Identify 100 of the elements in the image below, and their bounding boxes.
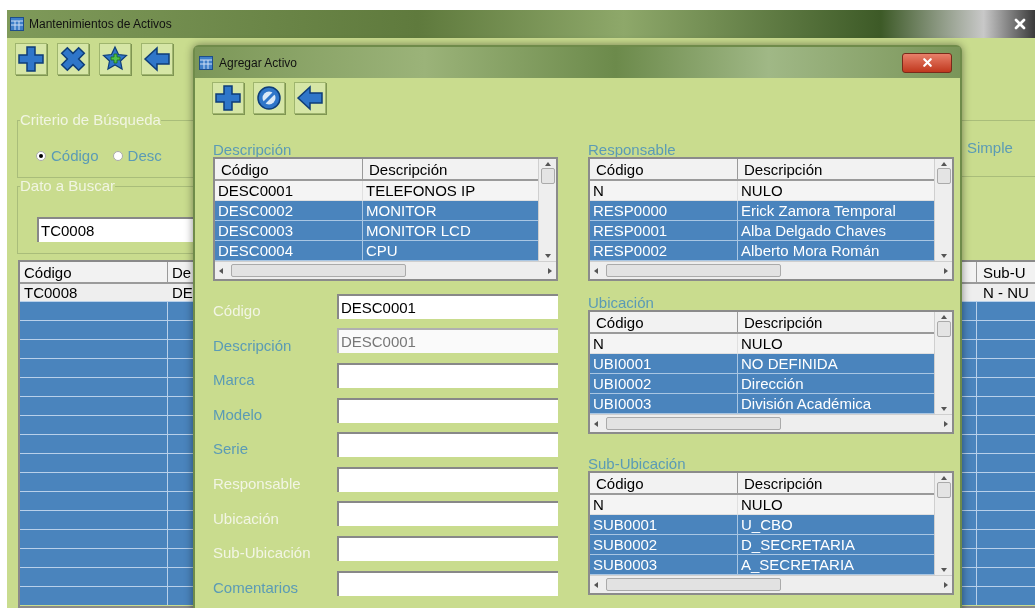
- table-row[interactable]: UBI0001 NO DEFINIDA: [590, 354, 934, 374]
- group-title: Criterio de Búsqueda: [20, 112, 161, 128]
- toolbar-button[interactable]: [141, 43, 173, 75]
- table-cell-text: Dirección: [740, 374, 805, 393]
- column-header[interactable]: Descripción: [738, 312, 934, 332]
- radio-button[interactable]: [36, 151, 46, 162]
- horizontal-scrollbar[interactable]: [215, 261, 556, 279]
- table-cell: UBI0003: [590, 394, 738, 413]
- dialog-title: Agregar Activo: [219, 54, 298, 72]
- table-row[interactable]: N NULO: [590, 334, 934, 354]
- field-label: Responsable: [213, 474, 302, 494]
- lookup-title: Sub-Ubicación: [588, 456, 687, 471]
- table-row[interactable]: N NULO: [590, 495, 934, 515]
- arrow-left-icon: [296, 84, 324, 112]
- table-row[interactable]: TC0008 DE: [20, 284, 193, 301]
- field-label: Marca: [213, 370, 256, 391]
- field-label: Ubicación: [213, 508, 280, 529]
- table-cell-text: NULO: [740, 181, 784, 200]
- input-field[interactable]: [336, 535, 558, 561]
- table-cell: RESP0000: [590, 201, 738, 220]
- search-field[interactable]: TC0008: [37, 217, 194, 242]
- close-button[interactable]: [902, 52, 952, 73]
- table-row[interactable]: RESP0002 Alberto Mora Román: [590, 241, 934, 261]
- table-row[interactable]: DESC0003 MONITOR LCD: [215, 221, 538, 241]
- field-label: Sub-Ubicación: [213, 543, 312, 564]
- toolbar-button[interactable]: [212, 82, 244, 114]
- table-cell-text: DE: [171, 284, 193, 301]
- lookup-title: Descripción: [213, 142, 293, 157]
- cancel-icon: [255, 84, 283, 112]
- table-row[interactable]: UBI0003 División Académica: [590, 394, 934, 414]
- window-app-icon: [199, 55, 213, 70]
- toolbar-button[interactable]: [99, 43, 131, 75]
- toolbar-button[interactable]: [57, 43, 89, 75]
- column-header[interactable]: Código: [215, 159, 363, 179]
- input-field[interactable]: [336, 397, 558, 423]
- close-icon: [920, 56, 934, 69]
- horizontal-scrollbar[interactable]: [590, 261, 952, 279]
- table-row[interactable]: SUB0003 A_SECRETARIA: [590, 555, 934, 575]
- horizontal-scrollbar[interactable]: [590, 414, 952, 432]
- column-header[interactable]: De: [168, 262, 193, 282]
- toolbar-button[interactable]: [15, 43, 47, 75]
- table-row[interactable]: DESC0001 TELEFONOS IP: [215, 181, 538, 201]
- column-header[interactable]: Código: [590, 473, 738, 493]
- table-cell-text: N - NU: [982, 284, 1029, 301]
- table-row[interactable]: SUB0001 U_CBO: [590, 515, 934, 535]
- table-cell-text: División Académica: [740, 394, 873, 413]
- table-cell-text: TC0008: [23, 284, 79, 301]
- table-row[interactable]: DESC0002 MONITOR: [215, 201, 538, 221]
- field-label: Serie: [213, 439, 250, 460]
- field-label: Comentarios: [213, 577, 300, 598]
- radio-button[interactable]: [112, 151, 123, 162]
- table-cell: SUB0002: [590, 535, 738, 554]
- column-header[interactable]: Descripción: [363, 159, 538, 179]
- toolbar-button[interactable]: [294, 82, 326, 114]
- input-field[interactable]: [336, 432, 558, 458]
- column-header[interactable]: Descripción: [738, 159, 934, 179]
- table-cell: UBI0002: [590, 374, 738, 393]
- vertical-scrollbar[interactable]: [934, 159, 952, 261]
- table-cell: RESP0001: [590, 221, 738, 240]
- column-header[interactable]: Código: [20, 262, 168, 282]
- field-label: Modelo: [213, 404, 264, 425]
- table-cell-text: Alberto Mora Román: [740, 241, 881, 260]
- input-field[interactable]: [336, 363, 558, 388]
- column-header[interactable]: Descripción: [738, 473, 934, 493]
- group-title: Dato a Buscar: [20, 178, 116, 194]
- window-title: Mantenimientos de Activos: [29, 16, 172, 33]
- table-row[interactable]: UBI0002 Dirección: [590, 374, 934, 394]
- table-cell: DESC0003: [215, 221, 363, 240]
- input-field[interactable]: [336, 466, 558, 492]
- window-app-icon: [10, 17, 24, 31]
- table-cell: RESP0002: [590, 241, 738, 260]
- table-row[interactable]: RESP0000 Erick Zamora Temporal: [590, 201, 934, 221]
- table-cell-text: NULO: [740, 495, 784, 514]
- plus-icon: [17, 45, 45, 73]
- vertical-scrollbar[interactable]: [934, 312, 952, 414]
- column-header[interactable]: Código: [590, 312, 738, 332]
- column-header[interactable]: Código: [590, 159, 738, 179]
- table-cell: N: [590, 334, 738, 353]
- input-field[interactable]: [336, 570, 558, 596]
- table-cell-text: MONITOR LCD: [365, 221, 472, 240]
- table-row[interactable]: N NULO: [590, 181, 934, 201]
- lookup-title: Ubicación: [588, 295, 655, 310]
- table-row[interactable]: RESP0001 Alba Delgado Chaves: [590, 221, 934, 241]
- table-cell-text: CPU: [365, 241, 399, 260]
- input-field[interactable]: DESC0001: [336, 293, 558, 319]
- table-row[interactable]: SUB0002 D_SECRETARIA: [590, 535, 934, 555]
- table-cell-text: NULO: [740, 334, 784, 353]
- horizontal-scrollbar[interactable]: [590, 575, 952, 593]
- table-cell: SUB0001: [590, 515, 738, 534]
- vertical-scrollbar[interactable]: [934, 473, 952, 575]
- input-field[interactable]: [336, 501, 558, 527]
- toolbar-button[interactable]: [253, 82, 285, 114]
- table-cell-text: D_SECRETARIA: [740, 535, 856, 554]
- vertical-scrollbar[interactable]: [538, 159, 556, 261]
- table-cell: DESC0001: [215, 181, 363, 200]
- table-cell-text: A_SECRETARIA: [740, 555, 856, 574]
- plus-icon: [214, 84, 242, 112]
- table-cell-text: NO DEFINIDA: [740, 354, 839, 373]
- table-cell: DESC0004: [215, 241, 363, 260]
- table-row[interactable]: DESC0004 CPU: [215, 241, 538, 261]
